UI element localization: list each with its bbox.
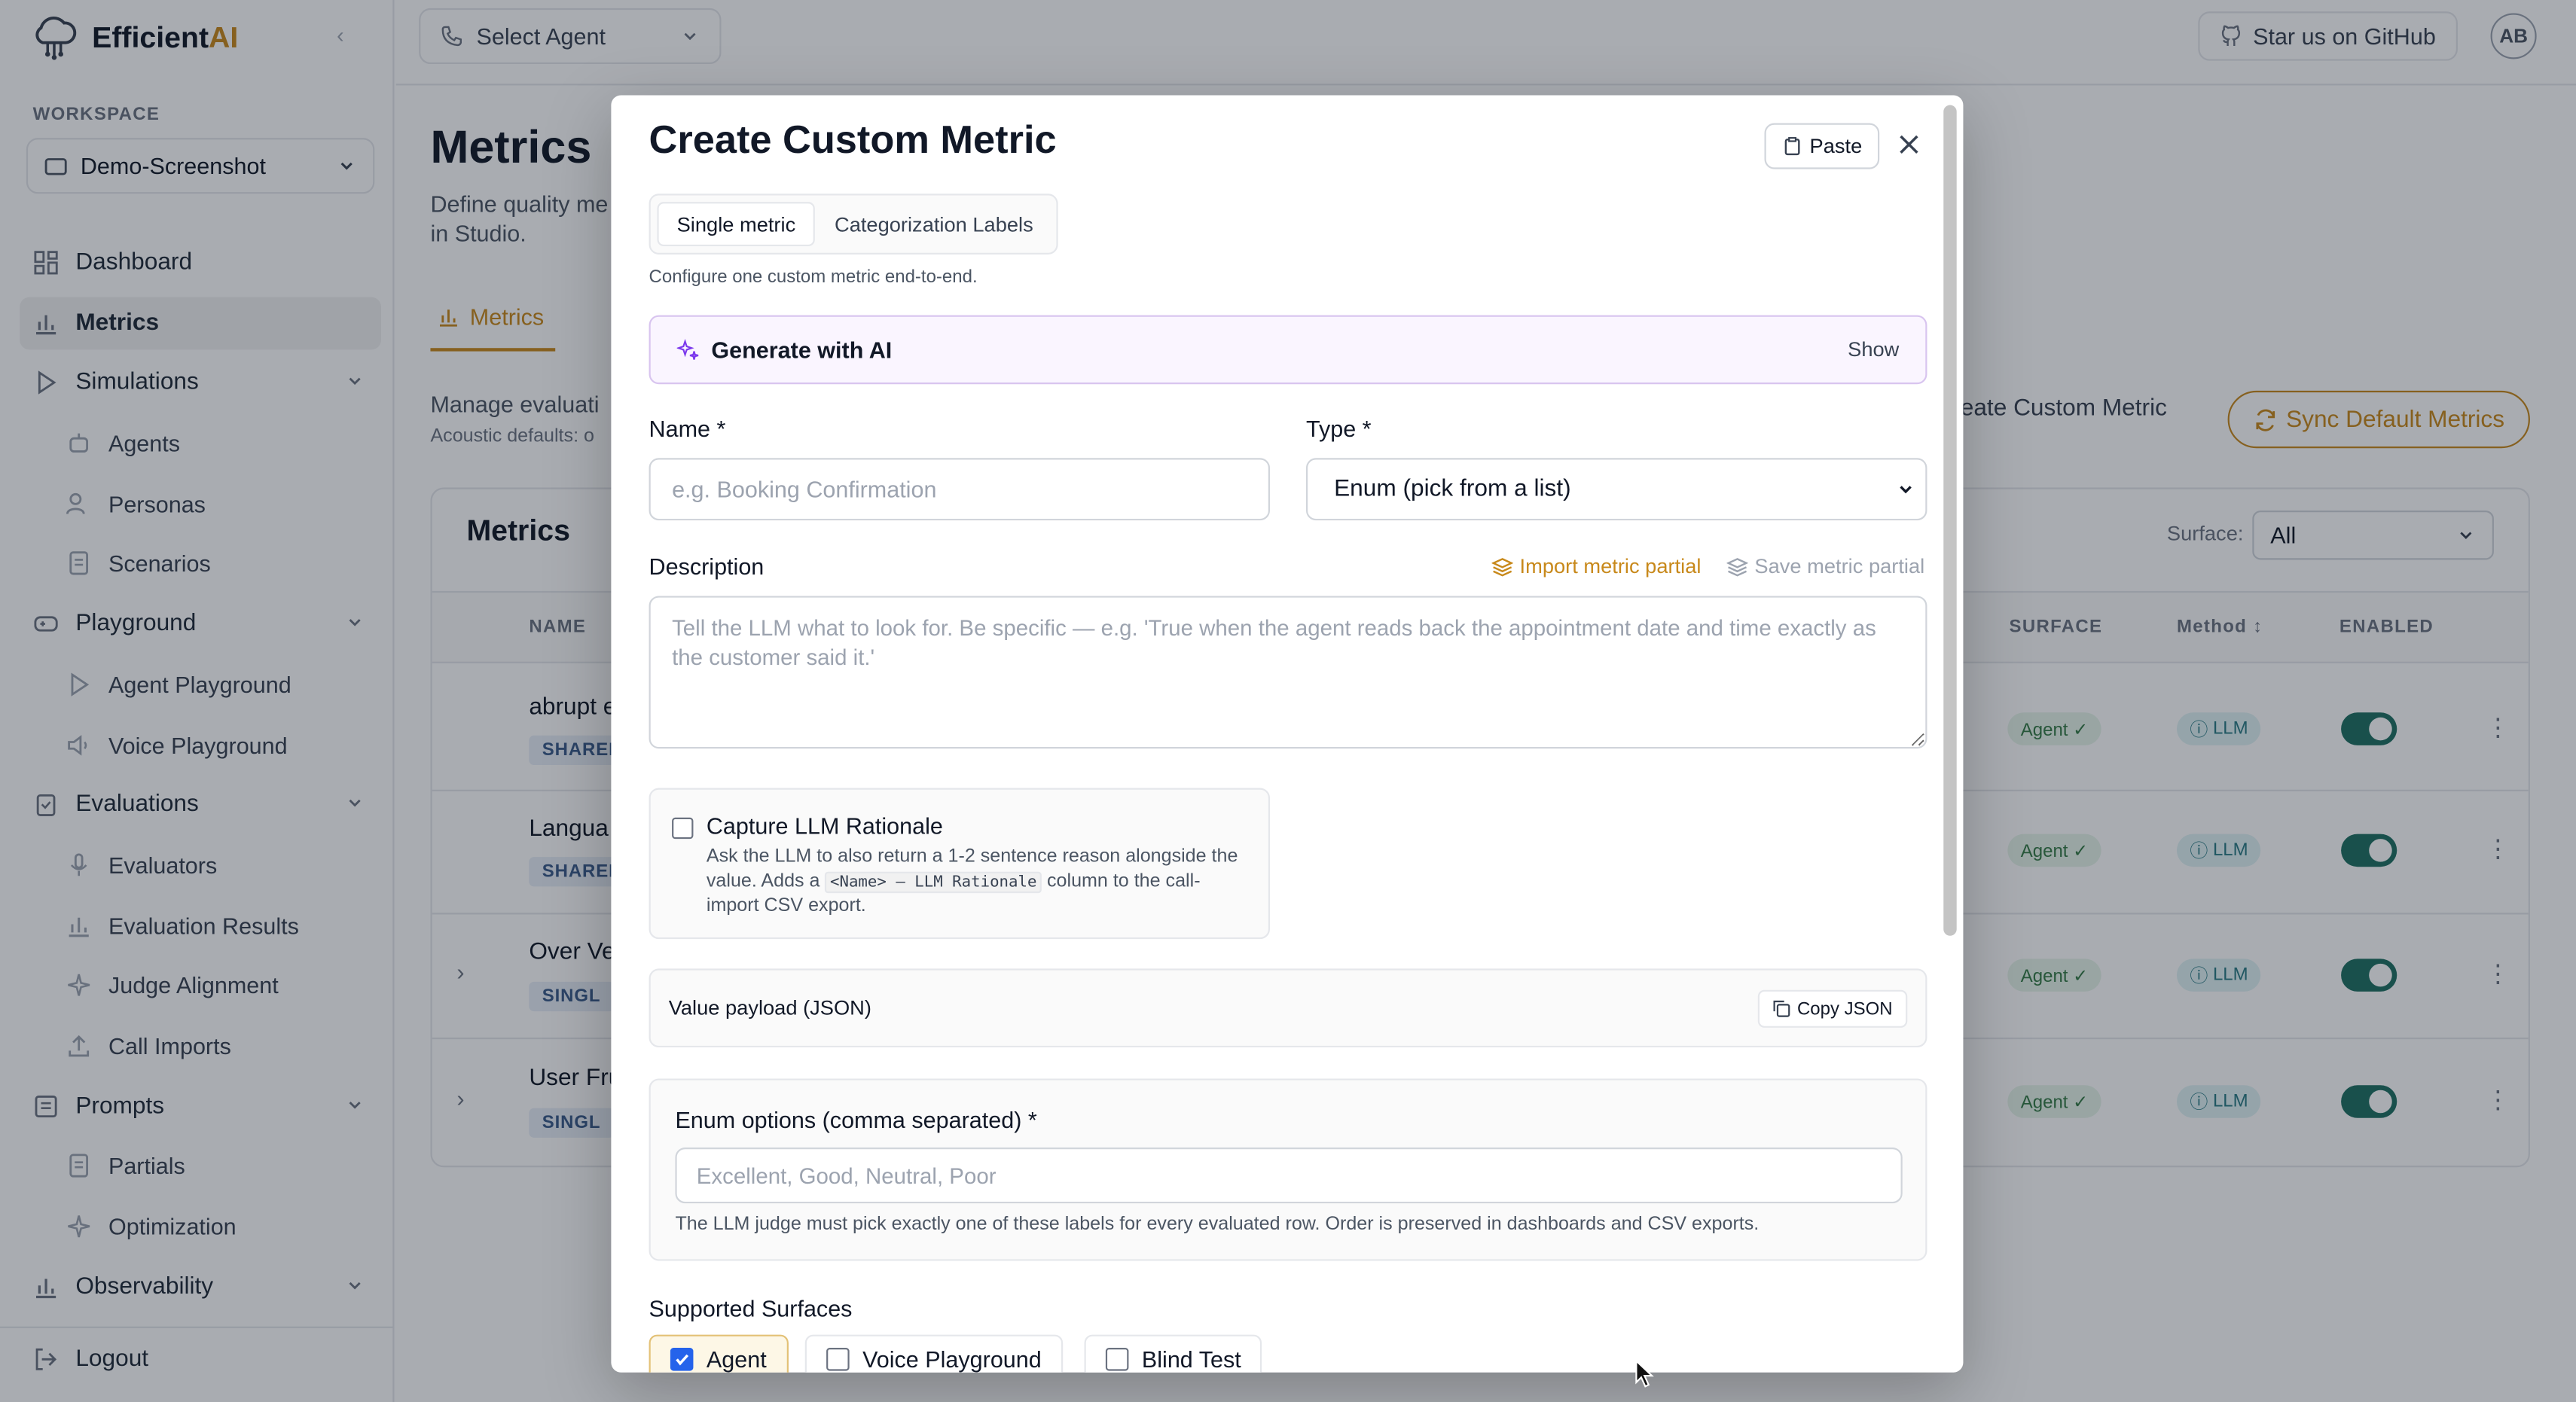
name-label: Name * (649, 415, 726, 442)
show-button[interactable]: Show (1848, 338, 1899, 361)
surface-option-voice-playground[interactable]: Voice Playground (804, 1334, 1064, 1373)
checkbox-checked[interactable] (670, 1348, 694, 1371)
checkbox[interactable] (1105, 1348, 1129, 1371)
name-field[interactable] (649, 458, 1271, 521)
surface-option-label: Blind Test (1141, 1346, 1241, 1373)
description-label: Description (649, 553, 765, 580)
metric-mode-toggle: Single metric Categorization Labels (649, 194, 1058, 254)
check-icon (676, 1354, 689, 1366)
enum-options-label: Enum options (comma separated) * (675, 1106, 1037, 1133)
surface-option-label: Voice Playground (862, 1346, 1042, 1373)
close-icon (1900, 135, 1918, 154)
tab-categorization-labels[interactable]: Categorization Labels (835, 202, 1033, 246)
checkbox[interactable] (826, 1348, 850, 1371)
sparkle-icon (676, 339, 699, 360)
enum-options-field[interactable] (675, 1148, 1903, 1204)
capture-rationale-panel: Capture LLM Rationale Ask the LLM to als… (649, 788, 1271, 940)
rationale-column-code: <Name> — LLM Rationale (825, 871, 1042, 894)
capture-rationale-checkbox[interactable] (672, 817, 694, 840)
chevron-down-icon (1900, 486, 1912, 494)
enum-options-panel: Enum options (comma separated) * The LLM… (649, 1078, 1927, 1261)
scrollbar[interactable] (1943, 105, 1957, 936)
paste-button[interactable]: Paste (1764, 123, 1880, 169)
generate-label: Generate with AI (711, 336, 893, 363)
capture-rationale-title: Capture LLM Rationale (706, 812, 943, 840)
payload-label: Value payload (JSON) (668, 996, 871, 1019)
import-partial-label: Import metric partial (1519, 554, 1702, 578)
import-metric-partial-button[interactable]: Import metric partial (1491, 555, 1701, 578)
copy-json-label: Copy JSON (1796, 998, 1893, 1019)
save-metric-partial-button[interactable]: Save metric partial (1726, 555, 1924, 578)
mode-description: Configure one custom metric end-to-end. (649, 267, 978, 288)
value-payload-panel[interactable]: Value payload (JSON) Copy JSON (649, 968, 1927, 1048)
paste-label: Paste (1809, 134, 1863, 158)
dialog-title: Create Custom Metric (649, 117, 1057, 163)
layers-icon (1491, 556, 1513, 576)
layers-icon (1726, 556, 1748, 576)
description-field[interactable] (649, 596, 1927, 749)
copy-icon (1773, 1000, 1790, 1017)
type-label: Type * (1305, 415, 1372, 442)
save-partial-label: Save metric partial (1754, 554, 1925, 578)
create-metric-dialog: Create Custom Metric Paste Single metric… (611, 95, 1964, 1373)
type-value: Enum (pick from a list) (1334, 476, 1571, 503)
enum-options-help: The LLM judge must pick exactly one of t… (675, 1215, 1760, 1235)
surface-option-label: Agent (706, 1346, 767, 1373)
clipboard-icon (1784, 137, 1799, 156)
supported-surfaces-label: Supported Surfaces (649, 1295, 853, 1322)
close-button[interactable] (1893, 128, 1926, 161)
capture-rationale-help: Ask the LLM to also return a 1-2 sentenc… (706, 847, 1238, 916)
mouse-cursor-icon (1635, 1359, 1654, 1388)
copy-json-button[interactable]: Copy JSON (1757, 989, 1908, 1028)
tab-single-metric[interactable]: Single metric (657, 202, 816, 247)
surface-option-agent[interactable]: Agent (649, 1334, 789, 1373)
surface-option-blind-test[interactable]: Blind Test (1084, 1334, 1263, 1373)
generate-with-ai-panel[interactable]: Generate with AI Show (649, 315, 1927, 385)
type-select[interactable]: Enum (pick from a list) (1305, 458, 1927, 521)
